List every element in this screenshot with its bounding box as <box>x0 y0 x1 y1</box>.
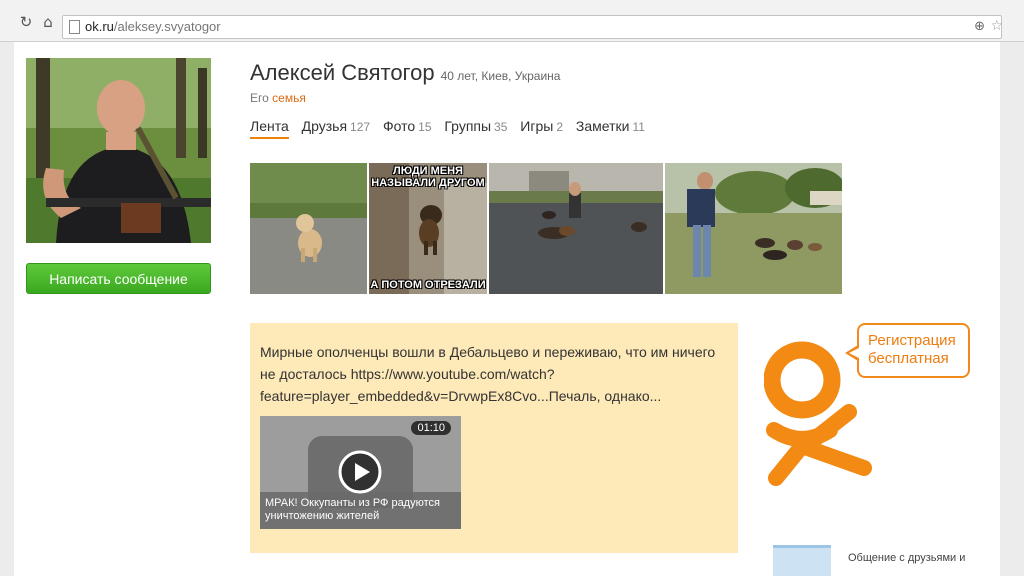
profile-name: Алексей Святогор 40 лет, Киев, Украина <box>250 60 561 85</box>
photo-thumbnail[interactable] <box>665 163 842 294</box>
browser-toolbar: ↻ ⌂ ok.ru/aleksey.svyatogor ⊕ ☆ <box>0 0 1024 42</box>
registration-bubble[interactable]: Регистрация бесплатная <box>857 323 970 378</box>
video-duration: 01:10 <box>411 421 451 435</box>
photo-thumbnail[interactable] <box>489 163 663 294</box>
url-text: ok.ru/aleksey.svyatogor <box>85 19 221 34</box>
video-thumbnail[interactable]: 01:10 МРАК! Оккупанты из РФ радуются уни… <box>260 416 461 529</box>
meme-top-text: ЛЮДИ МЕНЯ НАЗЫВАЛИ ДРУГОМ <box>371 165 485 189</box>
family-link[interactable]: семья <box>272 91 306 105</box>
promo-icon <box>773 545 831 576</box>
tab-groups[interactable]: Группы 35 <box>444 118 507 137</box>
tab-feed[interactable]: Лента <box>250 118 289 139</box>
post-text[interactable]: Мирные ополченцы вошли в Дебальцево и пе… <box>260 341 730 407</box>
relation-line: Его семья <box>250 91 306 105</box>
reload-icon[interactable]: ↻ <box>18 14 34 30</box>
profile-tabs: Лента Друзья 127 Фото 15 Группы 35 Игры 2 За… <box>250 118 654 140</box>
video-title[interactable]: МРАК! Оккупанты из РФ радуются уничтожен… <box>265 497 455 523</box>
scrollbar[interactable] <box>1000 42 1024 576</box>
photo-thumbnail[interactable]: ЛЮДИ МЕНЯ НАЗЫВАЛИ ДРУГОМ А ПОТОМ ОТРЕЗА… <box>369 163 487 294</box>
promo-text: Общение с друзьями и <box>848 552 966 564</box>
photo-thumbnail[interactable] <box>250 163 367 294</box>
profile-meta: 40 лет, Киев, Украина <box>440 69 561 83</box>
send-message-button[interactable]: Написать сообщение <box>26 263 211 294</box>
tab-photos[interactable]: Фото 15 <box>383 118 432 137</box>
page-icon <box>69 20 80 34</box>
tab-games[interactable]: Игры 2 <box>520 118 563 137</box>
zoom-icon[interactable]: ⊕ <box>974 19 985 34</box>
address-bar[interactable]: ok.ru/aleksey.svyatogor ⊕ ☆ <box>62 15 1003 39</box>
home-icon[interactable]: ⌂ <box>40 14 56 30</box>
tab-friends[interactable]: Друзья 127 <box>302 118 370 137</box>
tab-notes[interactable]: Заметки 11 <box>576 118 645 137</box>
meme-bottom-text: А ПОТОМ ОТРЕЗАЛИ <box>370 279 486 291</box>
feed-post: Мирные ополченцы вошли в Дебальцево и пе… <box>250 323 738 553</box>
bookmark-star-icon[interactable]: ☆ <box>990 18 1003 34</box>
bubble-tail-inner <box>849 348 859 358</box>
play-icon[interactable] <box>338 450 382 494</box>
profile-avatar[interactable] <box>26 58 211 243</box>
